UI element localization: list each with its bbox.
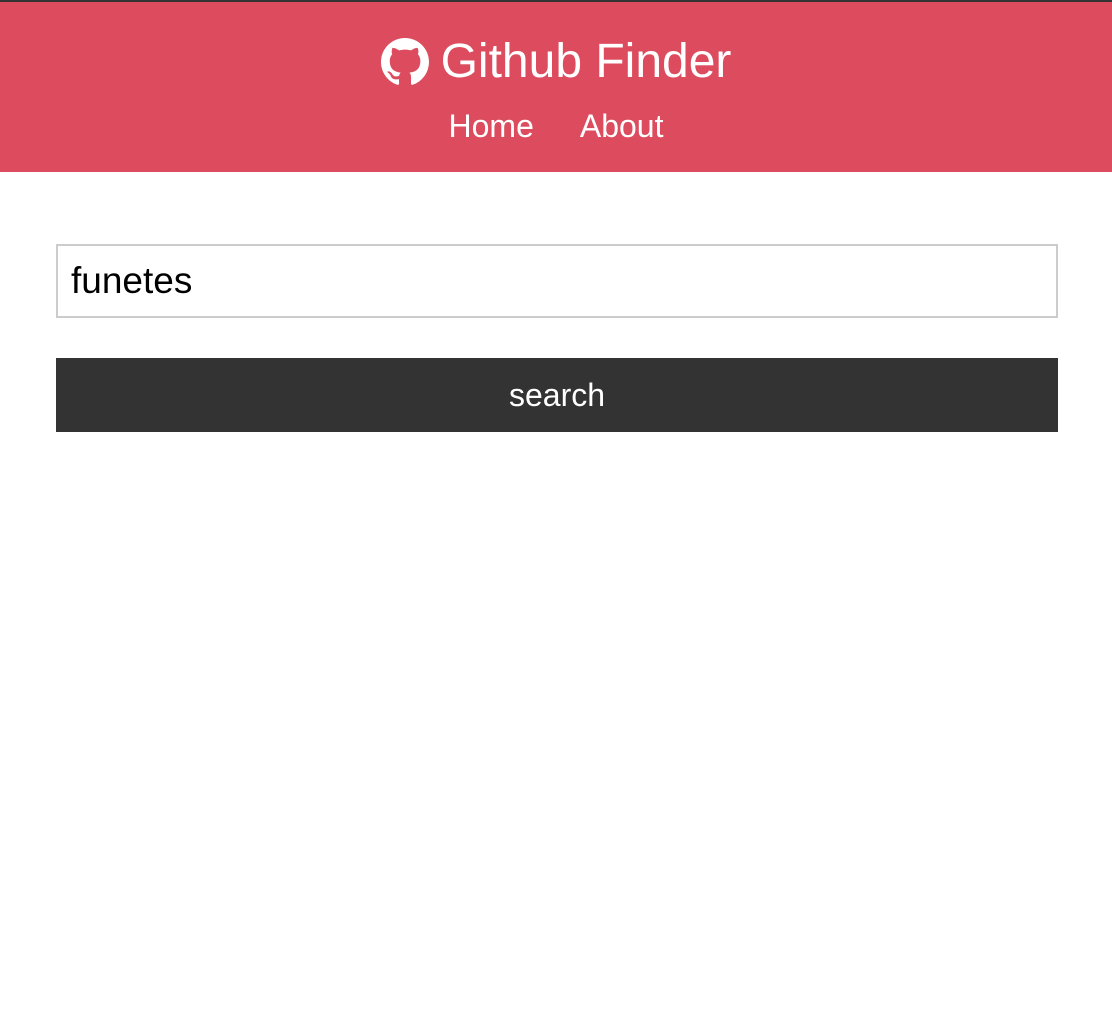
nav-link-home[interactable]: Home — [449, 108, 534, 144]
search-button[interactable]: search — [56, 358, 1058, 432]
nav-item-about: About — [580, 106, 664, 146]
nav-links: Home About — [0, 106, 1112, 146]
nav-link-about[interactable]: About — [580, 108, 664, 144]
app-title: Github Finder — [440, 35, 732, 88]
github-icon — [380, 38, 429, 86]
brand[interactable]: Github Finder — [0, 36, 1112, 88]
nav-item-home: Home — [449, 106, 534, 146]
navbar: Github Finder Home About — [0, 2, 1112, 172]
search-input[interactable] — [56, 244, 1058, 318]
